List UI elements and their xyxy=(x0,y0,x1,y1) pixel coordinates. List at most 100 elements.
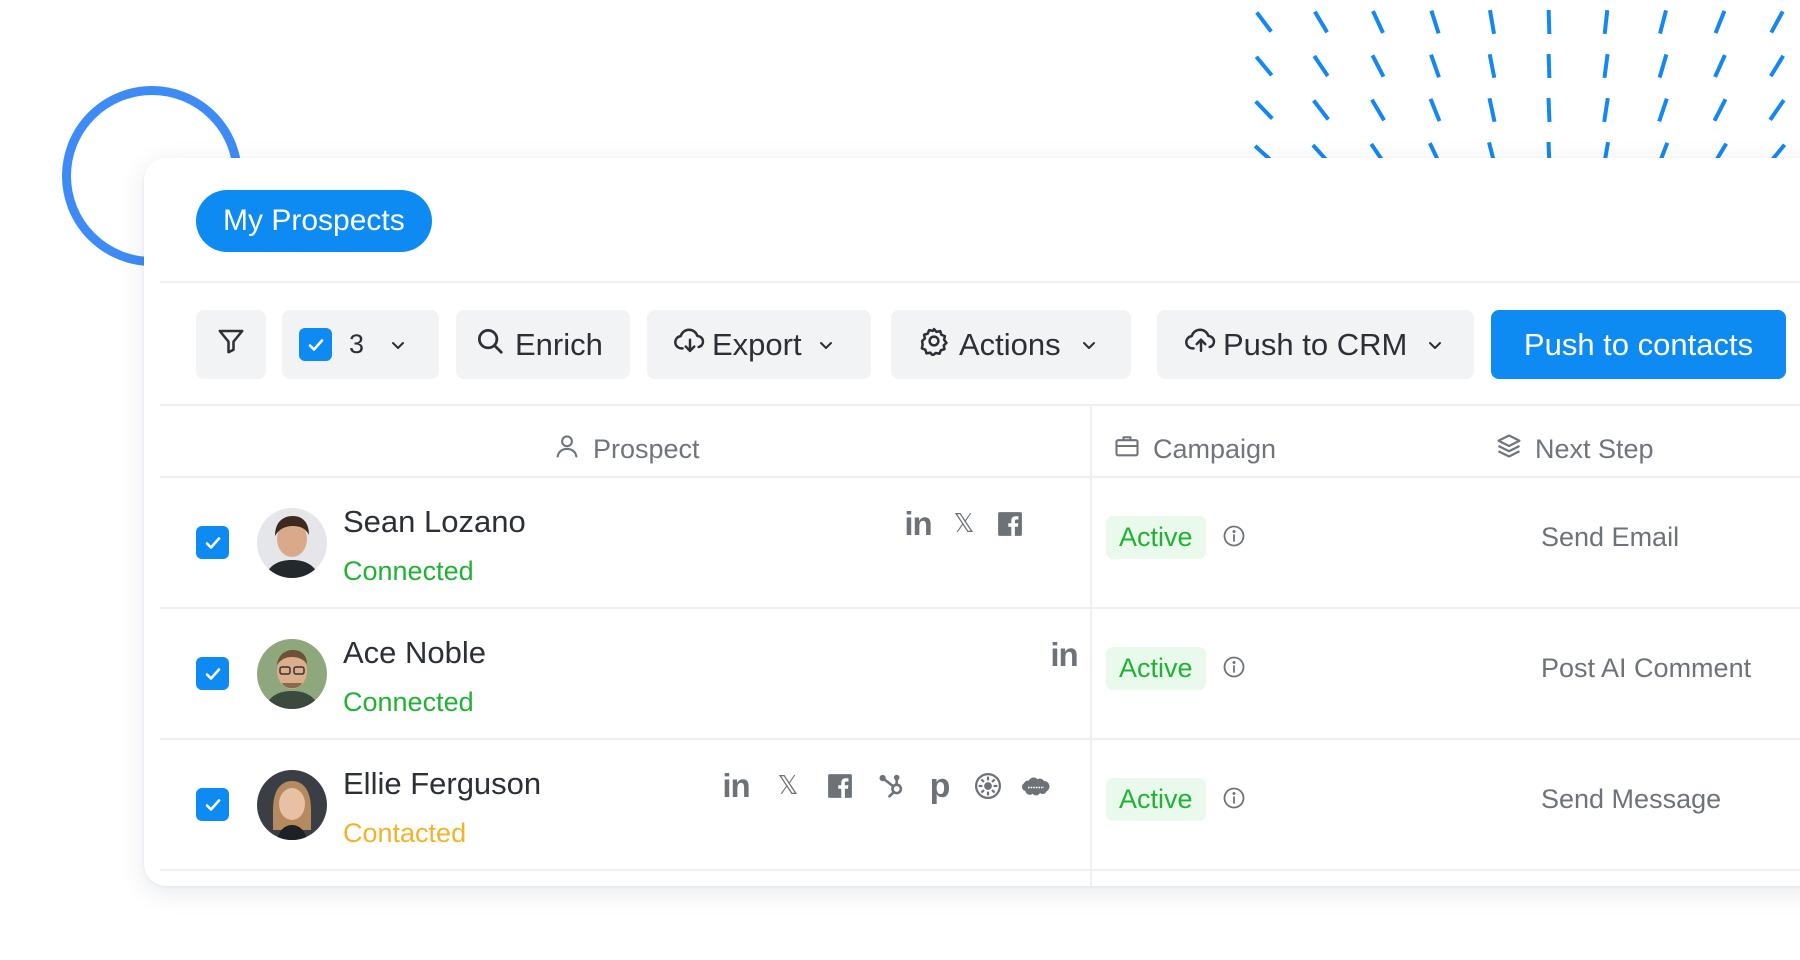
toolbar-divider xyxy=(160,404,1800,406)
decorative-dash xyxy=(1769,10,1785,34)
x-icon[interactable]: 𝕏 xyxy=(770,768,806,804)
push-to-crm-label: Push to CRM xyxy=(1223,326,1408,362)
table-row[interactable]: Ellie Ferguson Contacted in 𝕏 p Active S… xyxy=(144,740,1800,870)
prospect-name[interactable]: Sean Lozano xyxy=(343,504,526,540)
filter-icon xyxy=(216,326,246,364)
page: My Prospects 3 Enrich Export Actions Pus… xyxy=(0,0,1800,960)
decorative-dash xyxy=(1371,10,1385,34)
decorative-dash xyxy=(1546,9,1552,35)
avatar[interactable] xyxy=(257,639,327,709)
decorative-dash xyxy=(1487,141,1496,158)
row-divider xyxy=(160,869,1800,871)
decorative-dash xyxy=(1428,142,1440,158)
campaign-status-badge: Active xyxy=(1106,647,1206,690)
connection-status: Connected xyxy=(343,687,474,717)
column-header-campaign-label: Campaign xyxy=(1153,433,1277,464)
facebook-icon[interactable] xyxy=(822,768,858,804)
info-icon[interactable] xyxy=(1222,524,1246,553)
decorative-dash xyxy=(1487,53,1497,79)
decorative-dash xyxy=(1429,9,1441,35)
decorative-dash xyxy=(1713,54,1727,78)
decorative-dash xyxy=(1769,54,1785,78)
decorative-dash xyxy=(1602,97,1610,123)
decorative-dash xyxy=(1253,144,1272,158)
row-checkbox[interactable] xyxy=(196,788,229,821)
decorative-dash xyxy=(1603,141,1611,158)
selection-dropdown[interactable]: 3 xyxy=(282,310,439,379)
avatar[interactable] xyxy=(257,508,327,578)
chevron-down-icon xyxy=(388,327,408,363)
enrich-label: Enrich xyxy=(515,326,603,362)
decorative-dash xyxy=(1546,141,1552,158)
column-header-prospect[interactable]: Prospect xyxy=(553,426,700,472)
info-icon[interactable] xyxy=(1222,655,1246,684)
decorative-dash-pattern xyxy=(1253,9,1787,158)
decorative-dash xyxy=(1712,98,1728,122)
next-step: Send Email xyxy=(1541,522,1680,552)
decorative-dash xyxy=(1546,53,1552,79)
chevron-down-icon xyxy=(816,327,836,363)
cloud-upload-icon xyxy=(1185,326,1217,364)
prospect-name[interactable]: Ellie Ferguson xyxy=(343,766,541,802)
pipedrive-icon[interactable]: p xyxy=(922,767,958,805)
actions-button[interactable]: Actions xyxy=(891,310,1131,379)
gear-icon xyxy=(919,326,949,364)
decorative-dash xyxy=(1546,97,1552,123)
decorative-dash xyxy=(1487,9,1497,35)
actions-label: Actions xyxy=(959,326,1061,362)
social-links: in xyxy=(1046,636,1082,673)
decorative-dash xyxy=(1602,53,1610,79)
select-all-checkbox[interactable] xyxy=(299,328,332,361)
decorative-dash xyxy=(1657,53,1669,79)
table-row[interactable]: Sean Lozano Connected in 𝕏 Active Send E… xyxy=(144,478,1800,608)
campaign-status-badge: Active xyxy=(1106,778,1206,821)
decorative-dash xyxy=(1370,54,1386,78)
user-icon xyxy=(553,432,593,467)
search-icon xyxy=(475,326,505,364)
next-step: Post AI Comment xyxy=(1541,653,1752,683)
filter-button[interactable] xyxy=(196,310,266,379)
decorative-dash xyxy=(1771,143,1787,158)
decorative-dash xyxy=(1429,54,1441,78)
prospects-card: My Prospects 3 Enrich Export Actions Pus… xyxy=(144,158,1800,886)
social-links: in 𝕏 p xyxy=(718,767,1054,805)
push-to-contacts-button[interactable]: Push to contacts xyxy=(1491,310,1786,379)
hubspot-icon[interactable] xyxy=(874,768,910,804)
decorative-dash xyxy=(1313,10,1329,34)
row-checkbox[interactable] xyxy=(196,526,229,559)
push-to-crm-button[interactable]: Push to CRM xyxy=(1157,310,1474,379)
decorative-dash xyxy=(1768,99,1786,121)
export-button[interactable]: Export xyxy=(647,310,871,379)
linkedin-icon[interactable]: in xyxy=(1046,636,1082,673)
decorative-dash xyxy=(1713,10,1727,34)
decorative-dash xyxy=(1312,99,1330,121)
connection-status: Connected xyxy=(343,556,474,586)
info-icon[interactable] xyxy=(1222,786,1246,815)
linkedin-icon[interactable]: in xyxy=(900,505,936,542)
x-icon[interactable]: 𝕏 xyxy=(946,506,982,542)
salesforce-icon[interactable] xyxy=(1018,768,1054,804)
facebook-icon[interactable] xyxy=(992,506,1028,542)
decorative-dash xyxy=(1602,9,1610,35)
column-header-campaign[interactable]: Campaign xyxy=(1113,426,1276,472)
avatar[interactable] xyxy=(257,770,327,840)
selected-count: 3 xyxy=(349,329,365,359)
tab-my-prospects[interactable]: My Prospects xyxy=(196,190,432,252)
cloud-download-icon xyxy=(674,326,706,364)
row-checkbox[interactable] xyxy=(196,657,229,690)
prospect-name[interactable]: Ace Noble xyxy=(343,635,486,671)
decorative-dash xyxy=(1311,143,1328,158)
decorative-dash xyxy=(1369,142,1384,158)
table-row[interactable]: Ace Noble Connected in Active Post AI Co… xyxy=(144,609,1800,739)
column-header-prospect-label: Prospect xyxy=(593,433,700,464)
column-header-next-step-label: Next Step xyxy=(1535,433,1654,464)
enrich-button[interactable]: Enrich xyxy=(456,310,630,379)
decorative-dash xyxy=(1487,97,1497,123)
decorative-dash xyxy=(1254,55,1274,77)
linkedin-icon[interactable]: in xyxy=(718,767,754,804)
column-header-next-step[interactable]: Next Step xyxy=(1495,426,1654,472)
decorative-dash xyxy=(1715,142,1728,158)
decorative-dash xyxy=(1254,99,1274,121)
zoho-icon[interactable] xyxy=(970,768,1006,804)
decorative-dash xyxy=(1312,54,1330,78)
